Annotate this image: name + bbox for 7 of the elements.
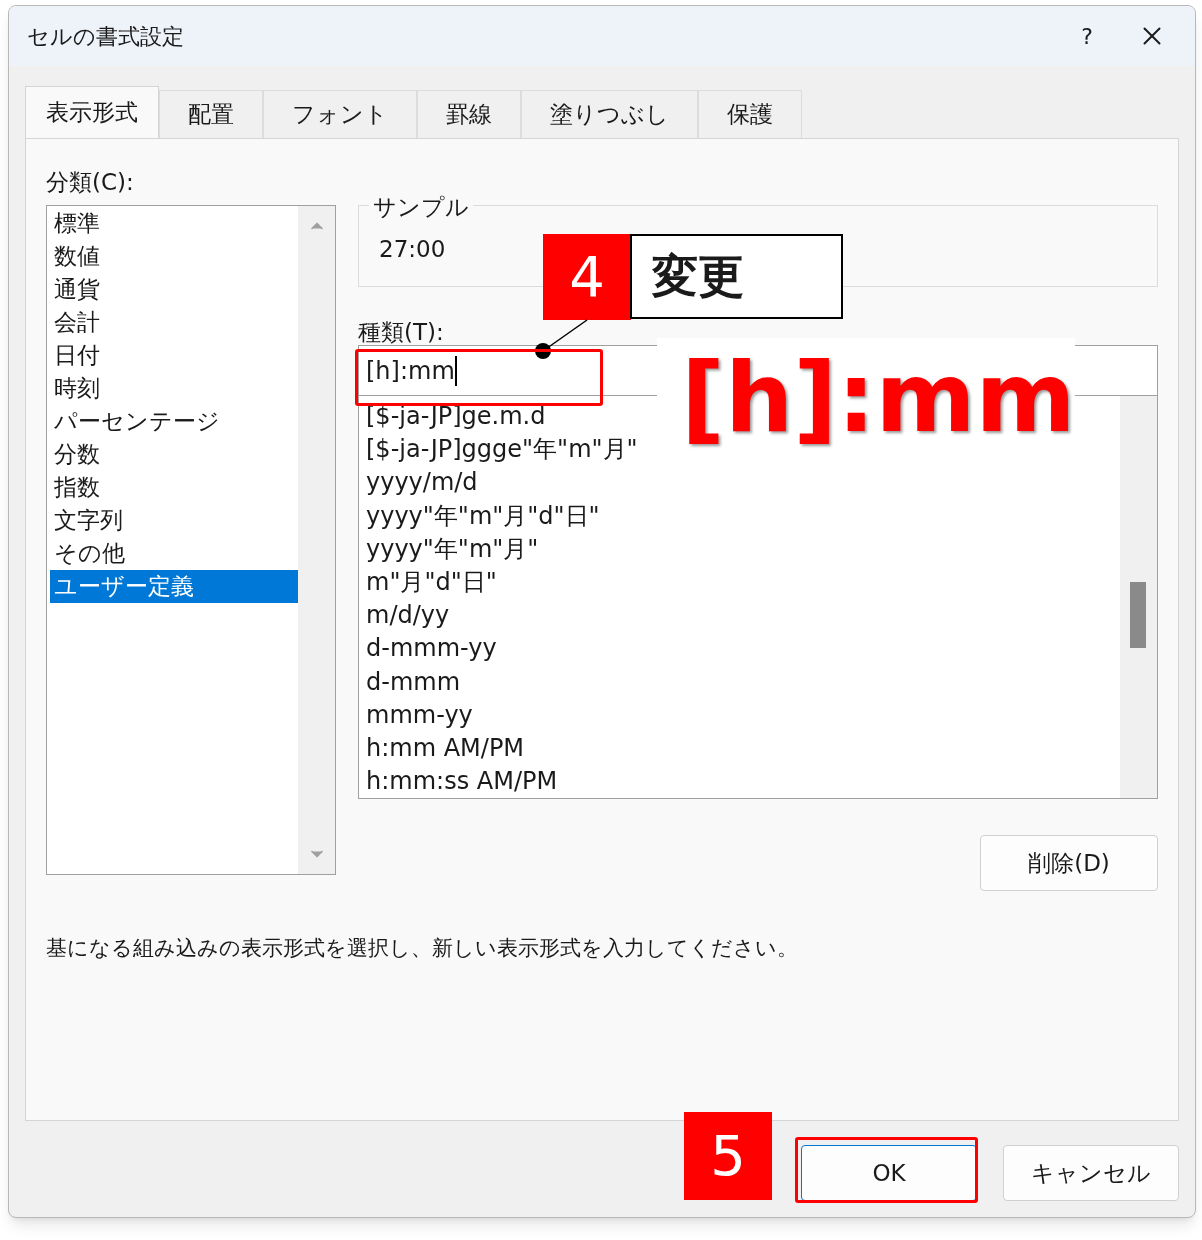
category-label: 分類(C): bbox=[46, 168, 135, 197]
sample-value: 27:00 bbox=[379, 234, 446, 264]
step-number: 5 bbox=[684, 1112, 772, 1200]
step-number: 4 bbox=[543, 234, 631, 320]
callout-text: 変更 bbox=[630, 234, 843, 319]
window-title: セルの書式設定 bbox=[27, 22, 185, 51]
description-text: 基になる組み込みの表示形式を選択し、新しい表示形式を入力してください。 bbox=[46, 935, 799, 962]
